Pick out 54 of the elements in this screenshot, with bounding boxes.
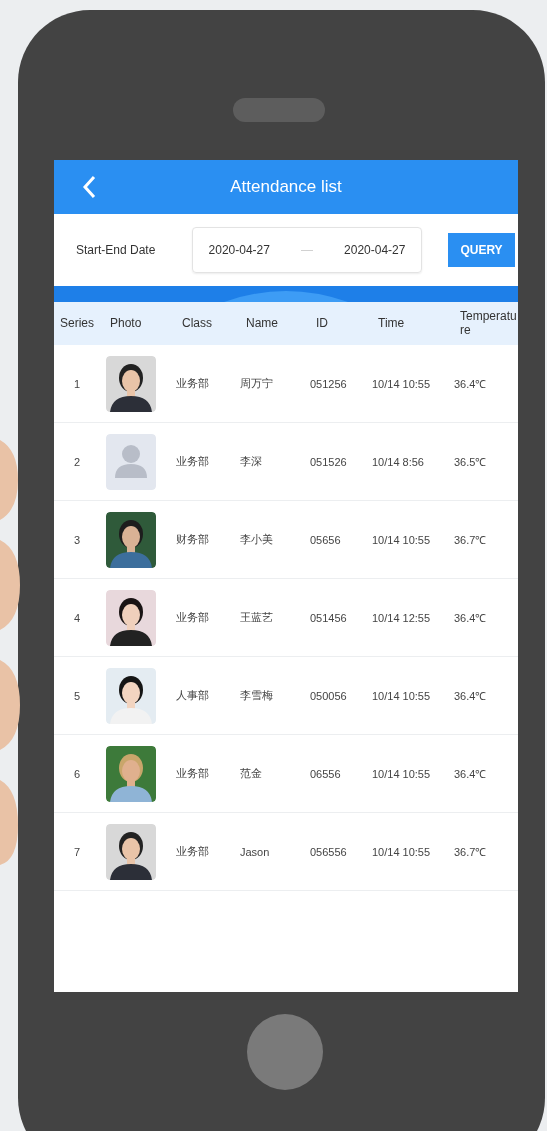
column-header: Series [59, 316, 95, 331]
column-header: Temperature [459, 309, 518, 338]
table-cell-text: 周万宁 [240, 376, 274, 391]
table-cell-text: 36.4℃ [454, 689, 488, 703]
table-cell-text: 36.4℃ [454, 611, 488, 625]
table-cell-text: 10/14 8:56 [372, 455, 425, 468]
table-cell-text: 36.7℃ [454, 533, 488, 547]
table-cell-text: 06556 [310, 767, 342, 780]
table-cell-text: 051526 [310, 455, 348, 468]
table-cell-text: 050056 [310, 689, 348, 702]
column-header: Name [245, 316, 279, 331]
date-range-label: Start-End Date [76, 243, 157, 257]
table-cell-text: 王蓝艺 [240, 610, 274, 625]
table-cell-text: 10/14 10:55 [372, 377, 432, 390]
table-cell-text: 36.7℃ [454, 845, 488, 859]
table-cell-text: 10/14 10:55 [372, 533, 432, 546]
column-header: Time [377, 316, 406, 331]
table-cell-text: Jason [240, 845, 271, 858]
table-cell-text: 李深 [240, 454, 263, 469]
table-cell-text: 2 [73, 455, 82, 468]
table-cell-text: 05656 [310, 533, 342, 546]
table-cell-text: 李雪梅 [240, 688, 274, 703]
column-header: ID [315, 316, 329, 331]
table-cell-text: 李小美 [240, 532, 274, 547]
page-title: Attendance list [230, 177, 342, 197]
table-cell-text: 业务部 [176, 610, 210, 625]
table-cell-text: 36.4℃ [454, 377, 488, 391]
table-cell-text: 业务部 [176, 766, 210, 781]
avatar-placeholder-icon [106, 433, 156, 490]
date-range-field[interactable]: 2020-04-27 — 2020-04-27 [192, 227, 422, 273]
table-cell-text: 财务部 [176, 532, 210, 547]
table-cell-text: 范金 [240, 766, 263, 781]
table-cell-text: 业务部 [176, 376, 210, 391]
table-cell-text: 36.5℃ [454, 455, 488, 469]
table-cell-text: 10/14 10:55 [372, 689, 432, 702]
column-header: Photo [109, 316, 143, 331]
table-cell-text: 人事部 [176, 688, 210, 703]
table-cell-text: 10/14 10:55 [372, 845, 432, 858]
table-cell-text: 051256 [310, 377, 348, 390]
column-header: Class [181, 316, 213, 331]
table-cell-text: 1 [73, 377, 82, 390]
table-cell-text: 10/14 12:55 [372, 611, 432, 624]
back-icon[interactable] [82, 175, 96, 199]
table-cell-text: 业务部 [176, 844, 210, 859]
table-cell-text: 6 [73, 767, 82, 780]
table-cell-text: 4 [73, 611, 82, 624]
table-cell-text: 7 [73, 845, 82, 858]
table-cell-text: 业务部 [176, 454, 210, 469]
table-cell-text: 10/14 10:55 [372, 767, 432, 780]
table-cell-text: 5 [73, 689, 82, 702]
table-cell-text: 3 [73, 533, 82, 546]
table-cell-text: 051456 [310, 611, 348, 624]
table-cell-text: 056556 [310, 845, 348, 858]
table-cell-text: 36.4℃ [454, 767, 488, 781]
